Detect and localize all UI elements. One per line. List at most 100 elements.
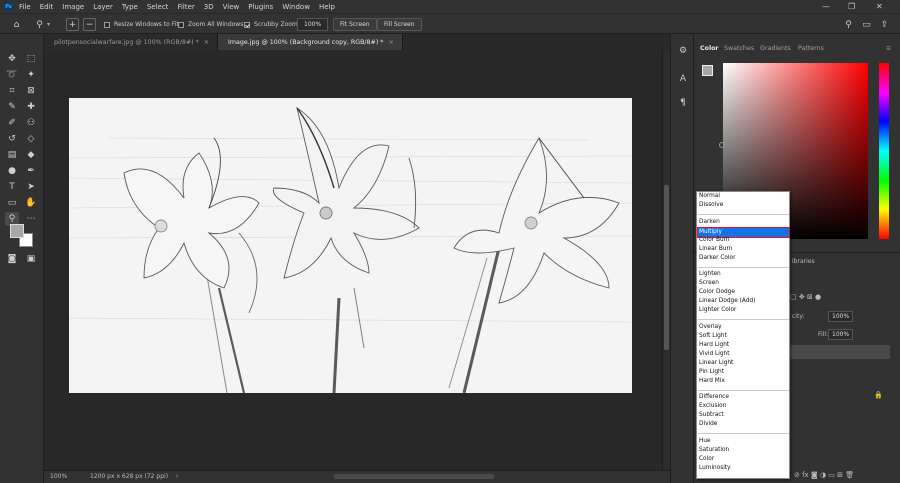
blend-mode-dropdown[interactable]: Normal Dissolve Darken Multiply Color Burn Li… [696,191,790,479]
search-icon[interactable]: ⚲ [842,18,855,31]
zoom-tool-icon[interactable]: ⚲ [33,18,46,31]
resize-windows-checkbox[interactable]: Resize Windows to Fit [104,14,179,35]
blend-mode-linear-dodge-add[interactable]: Linear Dodge (Add) [699,298,755,304]
move-tool-icon[interactable]: ✥ [5,52,19,66]
zoom-level-status[interactable]: 100% [50,473,67,480]
blend-mode-subtract[interactable]: Subtract [699,412,724,418]
opacity-field[interactable]: 100% [828,311,854,322]
hue-slider[interactable] [879,63,889,239]
vertical-scrollbar[interactable] [662,50,670,470]
eyedropper-tool-icon[interactable]: ✎ [5,100,19,114]
blend-mode-lighten[interactable]: Lighten [699,271,721,277]
healing-brush-tool-icon[interactable]: ✚ [24,100,38,114]
blur-tool-icon[interactable]: ◆ [24,148,38,162]
menu-file[interactable]: File [19,3,31,11]
blend-mode-color[interactable]: Color [699,456,714,462]
menu-view[interactable]: View [223,3,240,11]
menu-filter[interactable]: Filter [177,3,194,11]
panel-foreground-swatch[interactable] [702,65,713,76]
close-tab-icon[interactable]: × [388,39,393,46]
blend-mode-color-burn[interactable]: Color Burn [699,237,730,243]
layer-filter-icons[interactable]: ▢ ✥ ⊠ ● [790,293,821,301]
zoom-all-check-icon[interactable] [178,21,184,28]
scrubby-zoom-checkbox[interactable]: Scrubby Zoom [244,14,298,35]
clone-stamp-tool-icon[interactable]: ⚇ [24,116,38,130]
crop-tool-icon[interactable]: ⌗ [5,84,19,98]
marquee-tool-icon[interactable]: ⬚ [24,52,38,66]
blend-mode-hue[interactable]: Hue [699,438,711,444]
fit-screen-button[interactable]: Fit Screen [333,18,377,31]
menu-layer[interactable]: Layer [93,3,113,11]
tab-color[interactable]: Color [700,45,719,52]
tab-gradients[interactable]: Gradients [760,45,791,52]
shape-tool-icon[interactable]: ▭ [5,196,19,210]
blend-mode-luminosity[interactable]: Luminosity [699,465,731,471]
frame-tool-icon[interactable]: ⊠ [24,84,38,98]
resize-windows-check-icon[interactable] [104,21,110,28]
blend-mode-darker-color[interactable]: Darker Color [699,255,735,261]
tab-swatches[interactable]: Swatches [724,45,754,52]
character-panel-icon[interactable]: A [676,72,690,86]
blend-mode-linear-light[interactable]: Linear Light [699,360,733,366]
more-tools-icon[interactable]: ⋯ [24,212,38,226]
tool-preset-chevron-icon[interactable]: ▾ [47,21,50,28]
menu-3d[interactable]: 3D [204,3,214,11]
color-picker-cursor[interactable] [719,142,725,148]
blend-mode-linear-burn[interactable]: Linear Burn [699,246,732,252]
hand-tool-icon[interactable]: ✋ [24,196,38,210]
status-arrow-icon[interactable]: › [176,473,178,480]
blend-mode-hard-mix[interactable]: Hard Mix [699,378,725,384]
quick-mask-icon[interactable]: ◙ [5,252,19,266]
close-window-button[interactable]: ✕ [876,0,883,13]
blend-mode-difference[interactable]: Difference [699,394,729,400]
foreground-color-swatch[interactable] [10,224,24,238]
blend-mode-exclusion[interactable]: Exclusion [699,403,726,409]
menu-image[interactable]: Image [62,3,84,11]
libraries-tab[interactable]: ibraries [792,258,815,265]
dodge-tool-icon[interactable]: ● [5,164,19,178]
blend-mode-vivid-light[interactable]: Vivid Light [699,351,729,357]
blend-mode-dissolve[interactable]: Dissolve [699,202,723,208]
vertical-scroll-thumb[interactable] [664,185,669,350]
document-canvas[interactable] [69,98,632,393]
blend-mode-normal[interactable]: Normal [699,193,720,199]
fill-screen-button[interactable]: Fill Screen [377,18,422,31]
menu-window[interactable]: Window [282,3,310,11]
home-icon[interactable]: ⌂ [10,18,23,31]
paragraph-panel-icon[interactable]: ¶ [676,96,690,110]
layer-row-selected[interactable] [790,345,890,359]
share-icon[interactable]: ⇪ [878,18,891,31]
pen-tool-icon[interactable]: ✒ [24,164,38,178]
zoom-value-field[interactable]: 100% [297,18,329,31]
tab-patterns[interactable]: Patterns [798,45,824,52]
minimize-button[interactable]: — [822,0,830,13]
screen-mode-icon[interactable]: ▣ [24,252,38,266]
fill-field[interactable]: 100% [828,329,854,340]
horizontal-scroll-thumb[interactable] [334,474,494,479]
layer-lock-icon[interactable]: 🔒 [874,391,883,399]
menu-edit[interactable]: Edit [40,3,54,11]
blend-mode-screen[interactable]: Screen [699,280,719,286]
zoom-all-windows-checkbox[interactable]: Zoom All Windows [178,14,243,35]
panel-menu-icon[interactable]: ≡ [886,45,891,52]
path-selection-tool-icon[interactable]: ➤ [24,180,38,194]
tab-pilotpen[interactable]: pilotpensocialwarfare.jpg @ 100% (RGB/8#… [44,34,219,50]
close-tab-icon[interactable]: × [204,39,209,46]
menu-select[interactable]: Select [147,3,169,11]
lasso-tool-icon[interactable]: ➰ [5,68,19,82]
blend-mode-pin-light[interactable]: Pin Light [699,369,724,375]
blend-mode-soft-light[interactable]: Soft Light [699,333,727,339]
type-tool-icon[interactable]: T [5,180,19,194]
brush-tool-icon[interactable]: ✐ [5,116,19,130]
blend-mode-multiply[interactable]: Multiply [697,226,790,238]
menu-plugins[interactable]: Plugins [248,3,273,11]
workspace-icon[interactable]: ▭ [860,18,873,31]
restore-button[interactable]: ❐ [848,0,855,13]
menu-type[interactable]: Type [122,3,138,11]
blend-mode-hard-light[interactable]: Hard Light [699,342,729,348]
blend-mode-darken[interactable]: Darken [699,219,720,225]
eraser-tool-icon[interactable]: ◇ [24,132,38,146]
magic-wand-tool-icon[interactable]: ✦ [24,68,38,82]
zoom-out-icon[interactable]: − [83,18,96,31]
history-brush-tool-icon[interactable]: ↺ [5,132,19,146]
